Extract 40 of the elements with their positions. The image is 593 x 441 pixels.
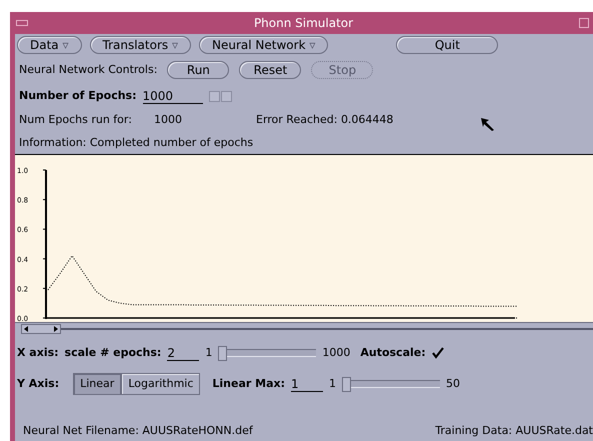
control-button[interactable]: Run	[167, 61, 230, 79]
mode-button[interactable]: Linear	[73, 373, 122, 395]
cursor-icon	[481, 118, 496, 132]
slider-thumb[interactable]	[218, 346, 228, 360]
error-text: Error Reached: 0.064448	[256, 112, 394, 128]
slider-max: 1000	[322, 344, 350, 361]
slider[interactable]	[218, 346, 316, 360]
menu-button[interactable]: Neural Network ▿	[199, 36, 328, 54]
autoscale-label: Autoscale:	[360, 344, 426, 361]
run-label: Num Epochs run for:	[19, 112, 133, 128]
slider[interactable]	[342, 376, 440, 392]
scale-label: scale # epochs:	[64, 344, 162, 361]
window-title: Phonn Simulator	[252, 15, 354, 32]
checkmark-icon	[432, 347, 444, 359]
epochs-label: Number of Epochs:	[19, 88, 137, 104]
menu-button[interactable]: Translators ▿	[90, 36, 192, 54]
slider-thumb[interactable]	[342, 376, 352, 392]
controls-label: Neural Network Controls:	[19, 62, 158, 78]
autoscale-checkbox[interactable]	[432, 347, 444, 359]
training-data-text: Training Data: AUUSRate.dat	[435, 422, 593, 439]
slider-max: 50	[446, 376, 460, 392]
y-axis-label: Y Axis:	[17, 376, 60, 392]
control-button[interactable]: Reset	[239, 61, 302, 79]
run-value: 1000	[154, 112, 183, 128]
scale-field[interactable]: 2	[167, 346, 200, 360]
x-axis-label: X axis:	[17, 344, 59, 361]
quit-button[interactable]: Quit	[396, 36, 498, 54]
scroll-left-icon[interactable]	[24, 326, 28, 332]
filename-text: Neural Net Filename: AUUSRateHONN.def	[23, 422, 253, 439]
minimize-icon[interactable]	[579, 18, 589, 28]
slider-min: 1	[329, 376, 336, 392]
information-text: Information: Completed number of epochs	[19, 134, 254, 151]
mode-button[interactable]: Logarithmic	[121, 373, 200, 395]
epochs-field[interactable]: 1000	[142, 88, 203, 104]
linear-max-label: Linear Max:	[212, 376, 286, 392]
slider-min: 1	[205, 344, 212, 361]
linear-max-field[interactable]: 1	[291, 376, 324, 392]
scrollbar[interactable]	[21, 324, 61, 334]
window-menu-icon[interactable]	[16, 20, 28, 26]
menu-button[interactable]: Data ▿	[17, 36, 82, 54]
